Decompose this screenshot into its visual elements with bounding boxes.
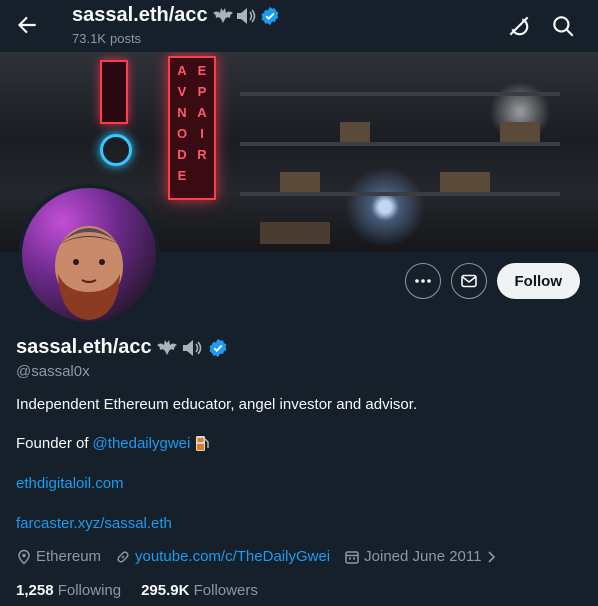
link-icon [117, 550, 129, 563]
joined-text: Joined June 2011 [364, 548, 482, 565]
neon-letter: D [177, 147, 187, 162]
neon-sign-repair: AVNODE EPAIR [168, 56, 216, 200]
profile-name: sassal.eth/acc [16, 336, 228, 359]
joined-date[interactable]: Joined June 2011 [344, 548, 497, 565]
back-arrow-icon[interactable] [14, 12, 40, 38]
fuel-pump-emoji-icon [196, 436, 210, 451]
chevron-right-icon [488, 550, 496, 563]
neon-letter: E [197, 63, 207, 78]
verified-badge-icon [261, 6, 279, 25]
message-icon [460, 274, 477, 288]
neon-letter: E [177, 168, 187, 183]
neon-letter: N [177, 105, 187, 120]
bio-link-2[interactable]: farcaster.xyz/sassal.eth [16, 515, 172, 532]
header-title: sassal.eth/acc [72, 4, 280, 27]
bio-founder-line: Founder of @thedailygwei [16, 434, 210, 452]
neon-letter: A [197, 105, 207, 120]
message-button[interactable] [450, 263, 487, 299]
neon-sign-small [100, 60, 128, 124]
bat-emoji-icon [212, 7, 233, 23]
neon-letter: I [200, 126, 204, 141]
profile-actions: Follow [404, 263, 580, 299]
bio-text: Independent Ethereum educator, angel inv… [16, 396, 418, 413]
neon-circle [100, 134, 132, 166]
location-icon [18, 549, 30, 565]
display-name: sassal.eth/acc [16, 336, 152, 358]
followers-stat[interactable]: 295.9K Followers [141, 582, 258, 599]
website-link[interactable]: youtube.com/c/TheDailyGwei [135, 548, 330, 565]
location-text: Ethereum [36, 548, 102, 565]
follow-button[interactable]: Follow [496, 263, 580, 299]
calendar-icon [345, 550, 359, 564]
post-count: 73.1K posts [72, 31, 142, 46]
neon-letter: O [176, 126, 188, 141]
speaker-emoji-icon [182, 339, 201, 356]
neon-letter: A [177, 63, 187, 78]
neon-letter: V [177, 84, 187, 99]
bat-emoji-icon [156, 339, 177, 355]
handle: @sassal0x [16, 363, 90, 380]
founder-mention-link[interactable]: @thedailygwei [93, 435, 191, 452]
search-icon[interactable] [550, 13, 576, 39]
more-icon [414, 279, 431, 283]
grok-icon[interactable] [506, 13, 532, 39]
neon-letter: P [197, 84, 207, 99]
more-button[interactable] [404, 263, 441, 299]
top-bar: sassal.eth/acc 73.1K posts [0, 0, 598, 52]
founder-prefix: Founder of [16, 434, 89, 452]
follow-stats: 1,258 Following 295.9K Followers [16, 582, 258, 599]
verified-badge-icon[interactable] [208, 338, 228, 358]
neon-letter: R [197, 147, 207, 162]
bio-link-1[interactable]: ethdigitaloil.com [16, 475, 124, 492]
speaker-emoji-icon [236, 7, 255, 24]
header-name: sassal.eth/acc [72, 4, 208, 26]
profile-meta: Ethereum youtube.com/c/TheDailyGwei Join… [16, 548, 511, 565]
following-stat[interactable]: 1,258 Following [16, 582, 121, 599]
avatar[interactable] [18, 184, 160, 326]
